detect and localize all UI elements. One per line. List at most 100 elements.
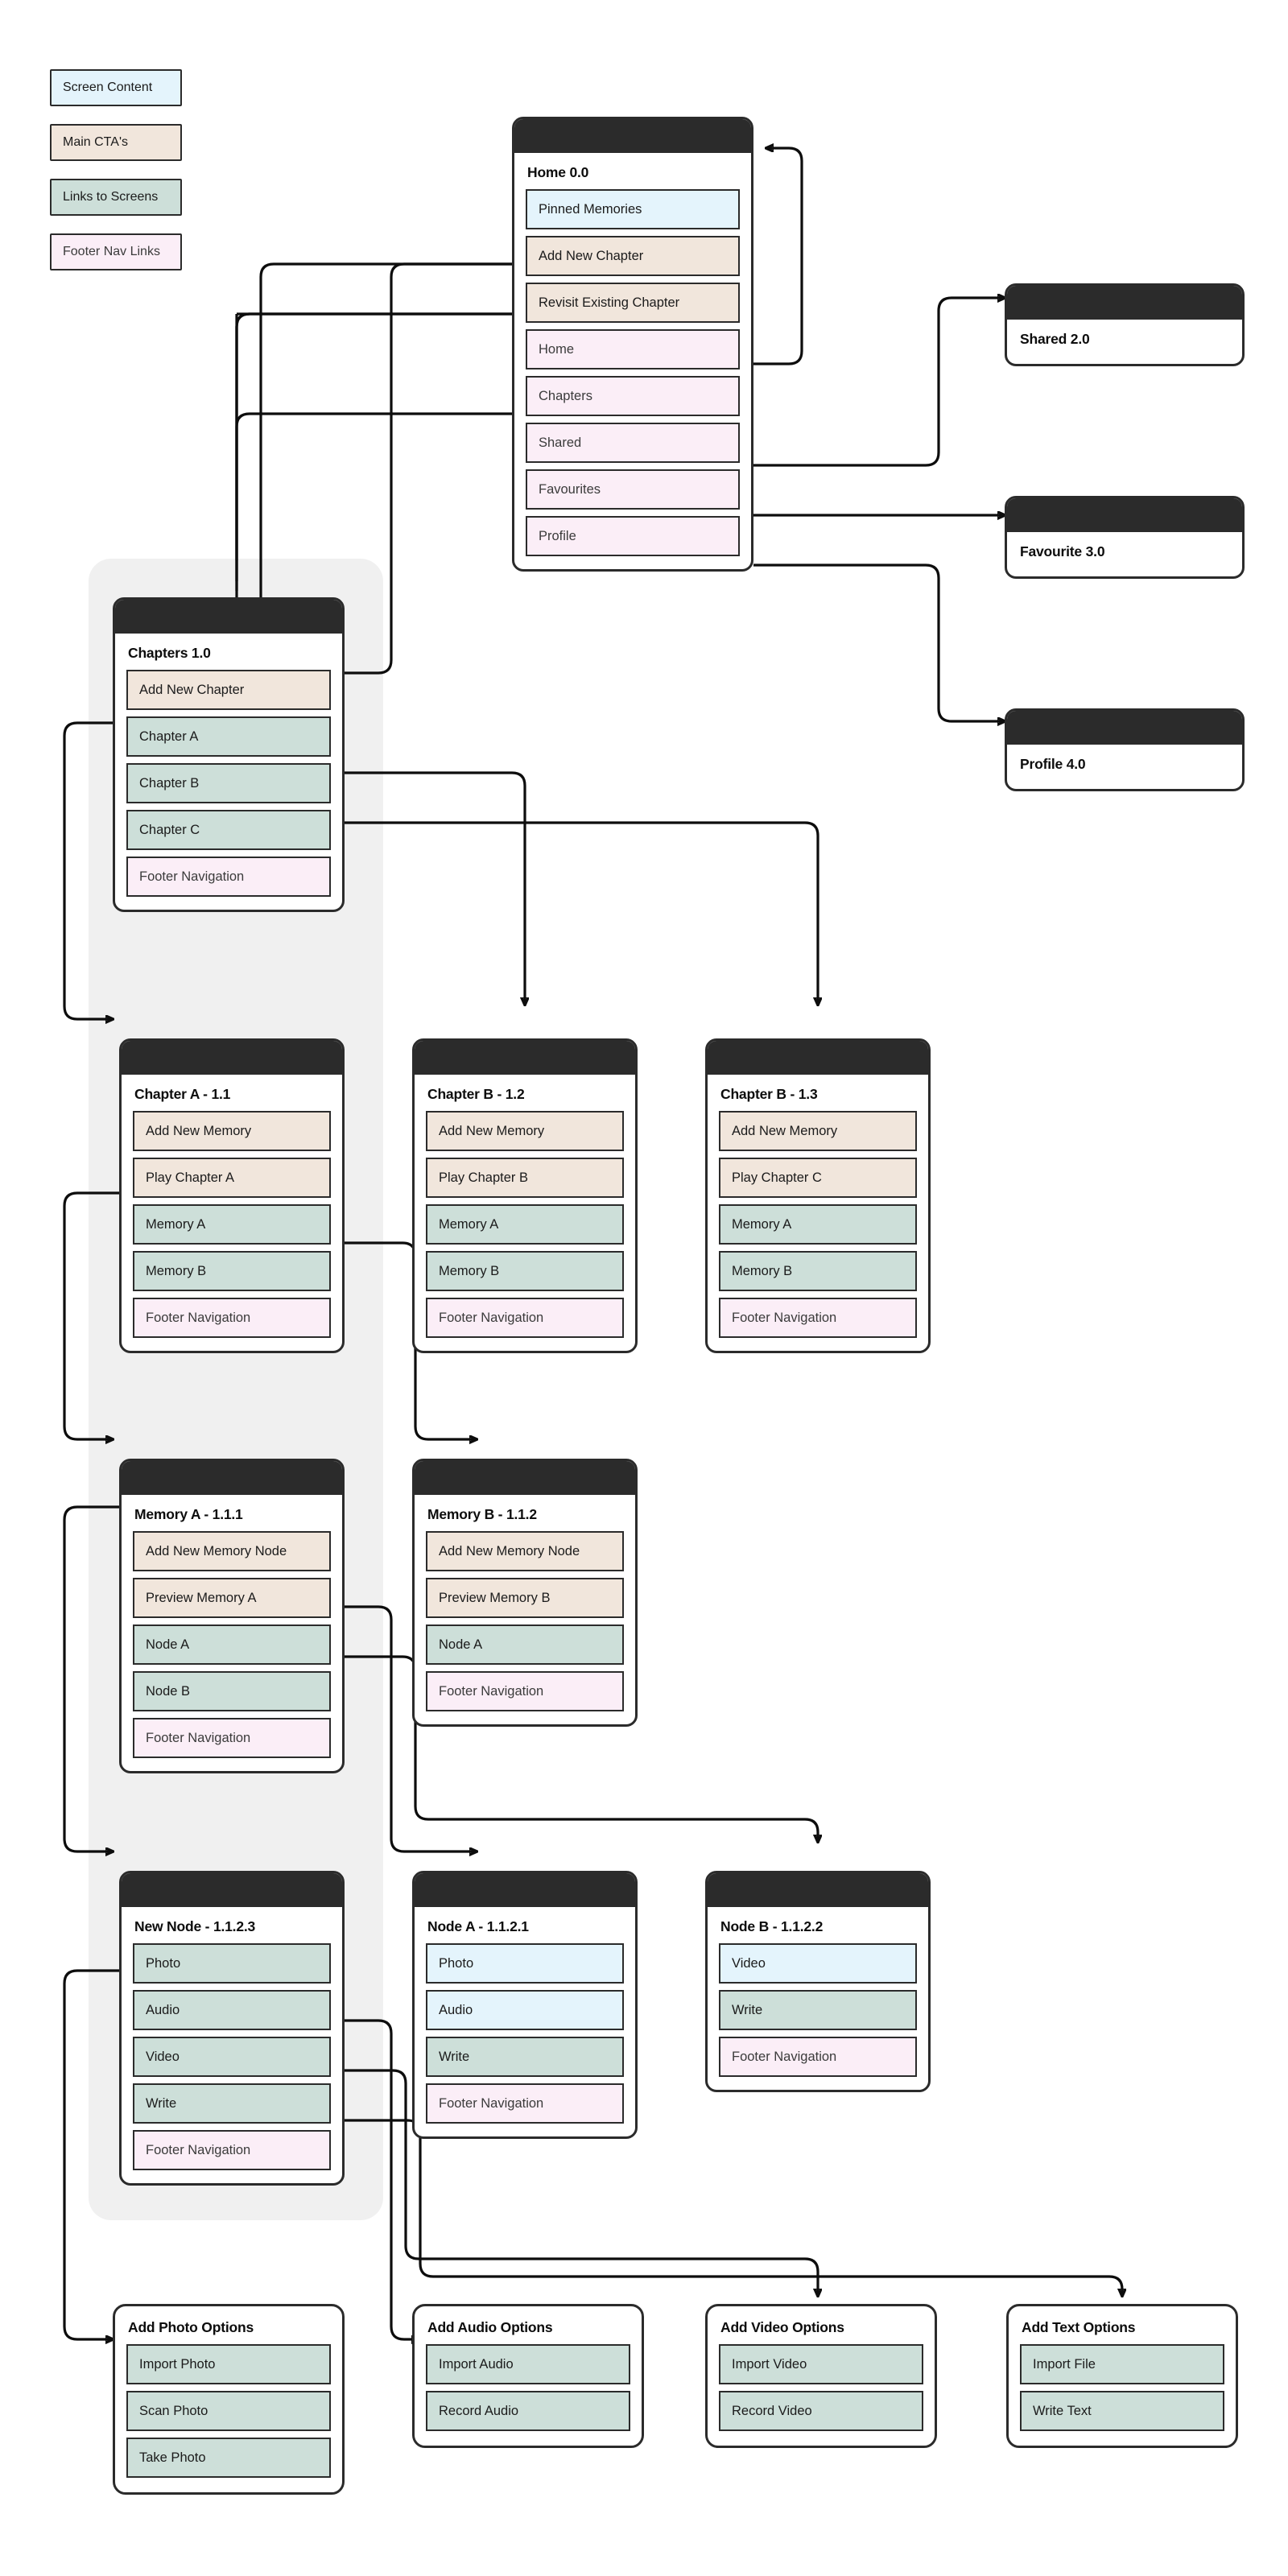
row-nav-profile[interactable]: Profile [526, 516, 740, 556]
row-record-video[interactable]: Record Video [719, 2391, 923, 2431]
row-add-new-memory[interactable]: Add New Memory [426, 1111, 624, 1151]
row-preview-memory[interactable]: Preview Memory A [133, 1578, 331, 1618]
card-titlebar [115, 600, 342, 634]
row-import-video[interactable]: Import Video [719, 2344, 923, 2384]
options-card-add-photo[interactable]: Add Photo Options Import Photo Scan Phot… [113, 2304, 345, 2495]
row-add-new-memory[interactable]: Add New Memory [719, 1111, 917, 1151]
row-import-file[interactable]: Import File [1020, 2344, 1224, 2384]
card-titlebar [708, 1041, 928, 1075]
row-play-chapter[interactable]: Play Chapter B [426, 1158, 624, 1198]
screen-card-chapters[interactable]: Chapters 1.0 Add New Chapter Chapter A C… [113, 597, 345, 912]
screen-title: Memory A - 1.1.1 [134, 1506, 243, 1522]
row-memory-b[interactable]: Memory B [133, 1251, 331, 1291]
row-footer-navigation[interactable]: Footer Navigation [426, 2083, 624, 2124]
row-label: Audio [439, 2002, 473, 2017]
row-record-audio[interactable]: Record Audio [426, 2391, 630, 2431]
row-video[interactable]: Video [133, 2037, 331, 2077]
row-play-chapter[interactable]: Play Chapter C [719, 1158, 917, 1198]
screen-rows: Pinned Memories Add New Chapter Revisit … [526, 189, 740, 556]
screen-title: Shared 2.0 [1020, 331, 1090, 347]
row-label: Node A [439, 1637, 483, 1652]
screen-rows: Photo Audio Write Footer Navigation [426, 1943, 624, 2124]
row-label: Favourites [539, 481, 601, 497]
row-footer-navigation[interactable]: Footer Navigation [133, 1718, 331, 1758]
options-title: Add Video Options [720, 2319, 844, 2335]
screen-title: Node B - 1.1.2.2 [720, 1918, 824, 1934]
row-import-audio[interactable]: Import Audio [426, 2344, 630, 2384]
row-play-chapter[interactable]: Play Chapter A [133, 1158, 331, 1198]
screen-card-chapter-b[interactable]: Chapter B - 1.2 Add New Memory Play Chap… [412, 1038, 638, 1353]
row-revisit-existing-chapter[interactable]: Revisit Existing Chapter [526, 283, 740, 323]
row-footer-navigation[interactable]: Footer Navigation [719, 1298, 917, 1338]
screen-card-chapter-a[interactable]: Chapter A - 1.1 Add New Memory Play Chap… [119, 1038, 345, 1353]
row-nav-home[interactable]: Home [526, 329, 740, 369]
row-take-photo[interactable]: Take Photo [126, 2438, 331, 2478]
screen-card-chapter-c[interactable]: Chapter B - 1.3 Add New Memory Play Chap… [705, 1038, 931, 1353]
options-card-add-audio[interactable]: Add Audio Options Import Audio Record Au… [412, 2304, 644, 2448]
row-memory-a[interactable]: Memory A [133, 1204, 331, 1245]
row-memory-a[interactable]: Memory A [426, 1204, 624, 1245]
row-label: Add New Memory [732, 1123, 838, 1138]
row-footer-navigation[interactable]: Footer Navigation [719, 2037, 917, 2077]
row-pinned-memories[interactable]: Pinned Memories [526, 189, 740, 229]
row-audio[interactable]: Audio [426, 1990, 624, 2030]
row-add-new-chapter[interactable]: Add New Chapter [526, 236, 740, 276]
row-footer-navigation[interactable]: Footer Navigation [426, 1298, 624, 1338]
screen-card-memory-a[interactable]: Memory A - 1.1.1 Add New Memory Node Pre… [119, 1459, 345, 1773]
legend-item-main-cta: Main CTA's [50, 124, 182, 161]
screen-card-shared[interactable]: Shared 2.0 [1005, 283, 1245, 366]
row-add-new-memory-node[interactable]: Add New Memory Node [133, 1531, 331, 1571]
screen-card-memory-b[interactable]: Memory B - 1.1.2 Add New Memory Node Pre… [412, 1459, 638, 1727]
row-nav-favourites[interactable]: Favourites [526, 469, 740, 510]
row-photo[interactable]: Photo [133, 1943, 331, 1984]
screen-card-node-b[interactable]: Node B - 1.1.2.2 Video Write Footer Navi… [705, 1871, 931, 2092]
row-chapter-a[interactable]: Chapter A [126, 716, 331, 757]
row-label: Chapter A [139, 729, 199, 744]
options-card-add-text[interactable]: Add Text Options Import File Write Text [1006, 2304, 1238, 2448]
options-card-add-video[interactable]: Add Video Options Import Video Record Vi… [705, 2304, 937, 2448]
row-write[interactable]: Write [719, 1990, 917, 2030]
row-preview-memory[interactable]: Preview Memory B [426, 1578, 624, 1618]
row-add-new-memory-node[interactable]: Add New Memory Node [426, 1531, 624, 1571]
row-label: Play Chapter A [146, 1170, 235, 1185]
row-memory-b[interactable]: Memory B [426, 1251, 624, 1291]
row-write-text[interactable]: Write Text [1020, 2391, 1224, 2431]
row-audio[interactable]: Audio [133, 1990, 331, 2030]
screen-card-home[interactable]: Home 0.0 Pinned Memories Add New Chapter… [512, 117, 753, 572]
row-write[interactable]: Write [133, 2083, 331, 2124]
row-add-new-chapter[interactable]: Add New Chapter [126, 670, 331, 710]
row-label: Preview Memory B [439, 1590, 551, 1605]
row-video[interactable]: Video [719, 1943, 917, 1984]
card-titlebar [514, 119, 751, 153]
row-photo[interactable]: Photo [426, 1943, 624, 1984]
screen-card-node-a[interactable]: Node A - 1.1.2.1 Photo Audio Write Foote… [412, 1871, 638, 2139]
options-rows: Import Video Record Video [719, 2344, 923, 2431]
row-footer-navigation[interactable]: Footer Navigation [126, 857, 331, 897]
row-nav-chapters[interactable]: Chapters [526, 376, 740, 416]
screen-title: Memory B - 1.1.2 [427, 1506, 537, 1522]
screen-card-new-node[interactable]: New Node - 1.1.2.3 Photo Audio Video Wri… [119, 1871, 345, 2186]
screen-card-profile[interactable]: Profile 4.0 [1005, 708, 1245, 791]
row-label: Profile [539, 528, 576, 543]
screen-card-favourite[interactable]: Favourite 3.0 [1005, 496, 1245, 579]
row-nav-shared[interactable]: Shared [526, 423, 740, 463]
row-scan-photo[interactable]: Scan Photo [126, 2391, 331, 2431]
row-node-a[interactable]: Node A [133, 1624, 331, 1665]
row-memory-b[interactable]: Memory B [719, 1251, 917, 1291]
row-write[interactable]: Write [426, 2037, 624, 2077]
row-memory-a[interactable]: Memory A [719, 1204, 917, 1245]
row-chapter-c[interactable]: Chapter C [126, 810, 331, 850]
row-footer-navigation[interactable]: Footer Navigation [426, 1671, 624, 1711]
row-footer-navigation[interactable]: Footer Navigation [133, 2130, 331, 2170]
row-add-new-memory[interactable]: Add New Memory [133, 1111, 331, 1151]
row-node-a[interactable]: Node A [426, 1624, 624, 1665]
legend-label: Main CTA's [63, 135, 128, 149]
screen-rows: Video Write Footer Navigation [719, 1943, 917, 2077]
row-footer-navigation[interactable]: Footer Navigation [133, 1298, 331, 1338]
row-chapter-b[interactable]: Chapter B [126, 763, 331, 803]
row-label: Chapter C [139, 822, 200, 837]
screen-title: Chapter B - 1.2 [427, 1086, 525, 1102]
row-node-b[interactable]: Node B [133, 1671, 331, 1711]
row-label: Memory A [732, 1216, 792, 1232]
row-import-photo[interactable]: Import Photo [126, 2344, 331, 2384]
